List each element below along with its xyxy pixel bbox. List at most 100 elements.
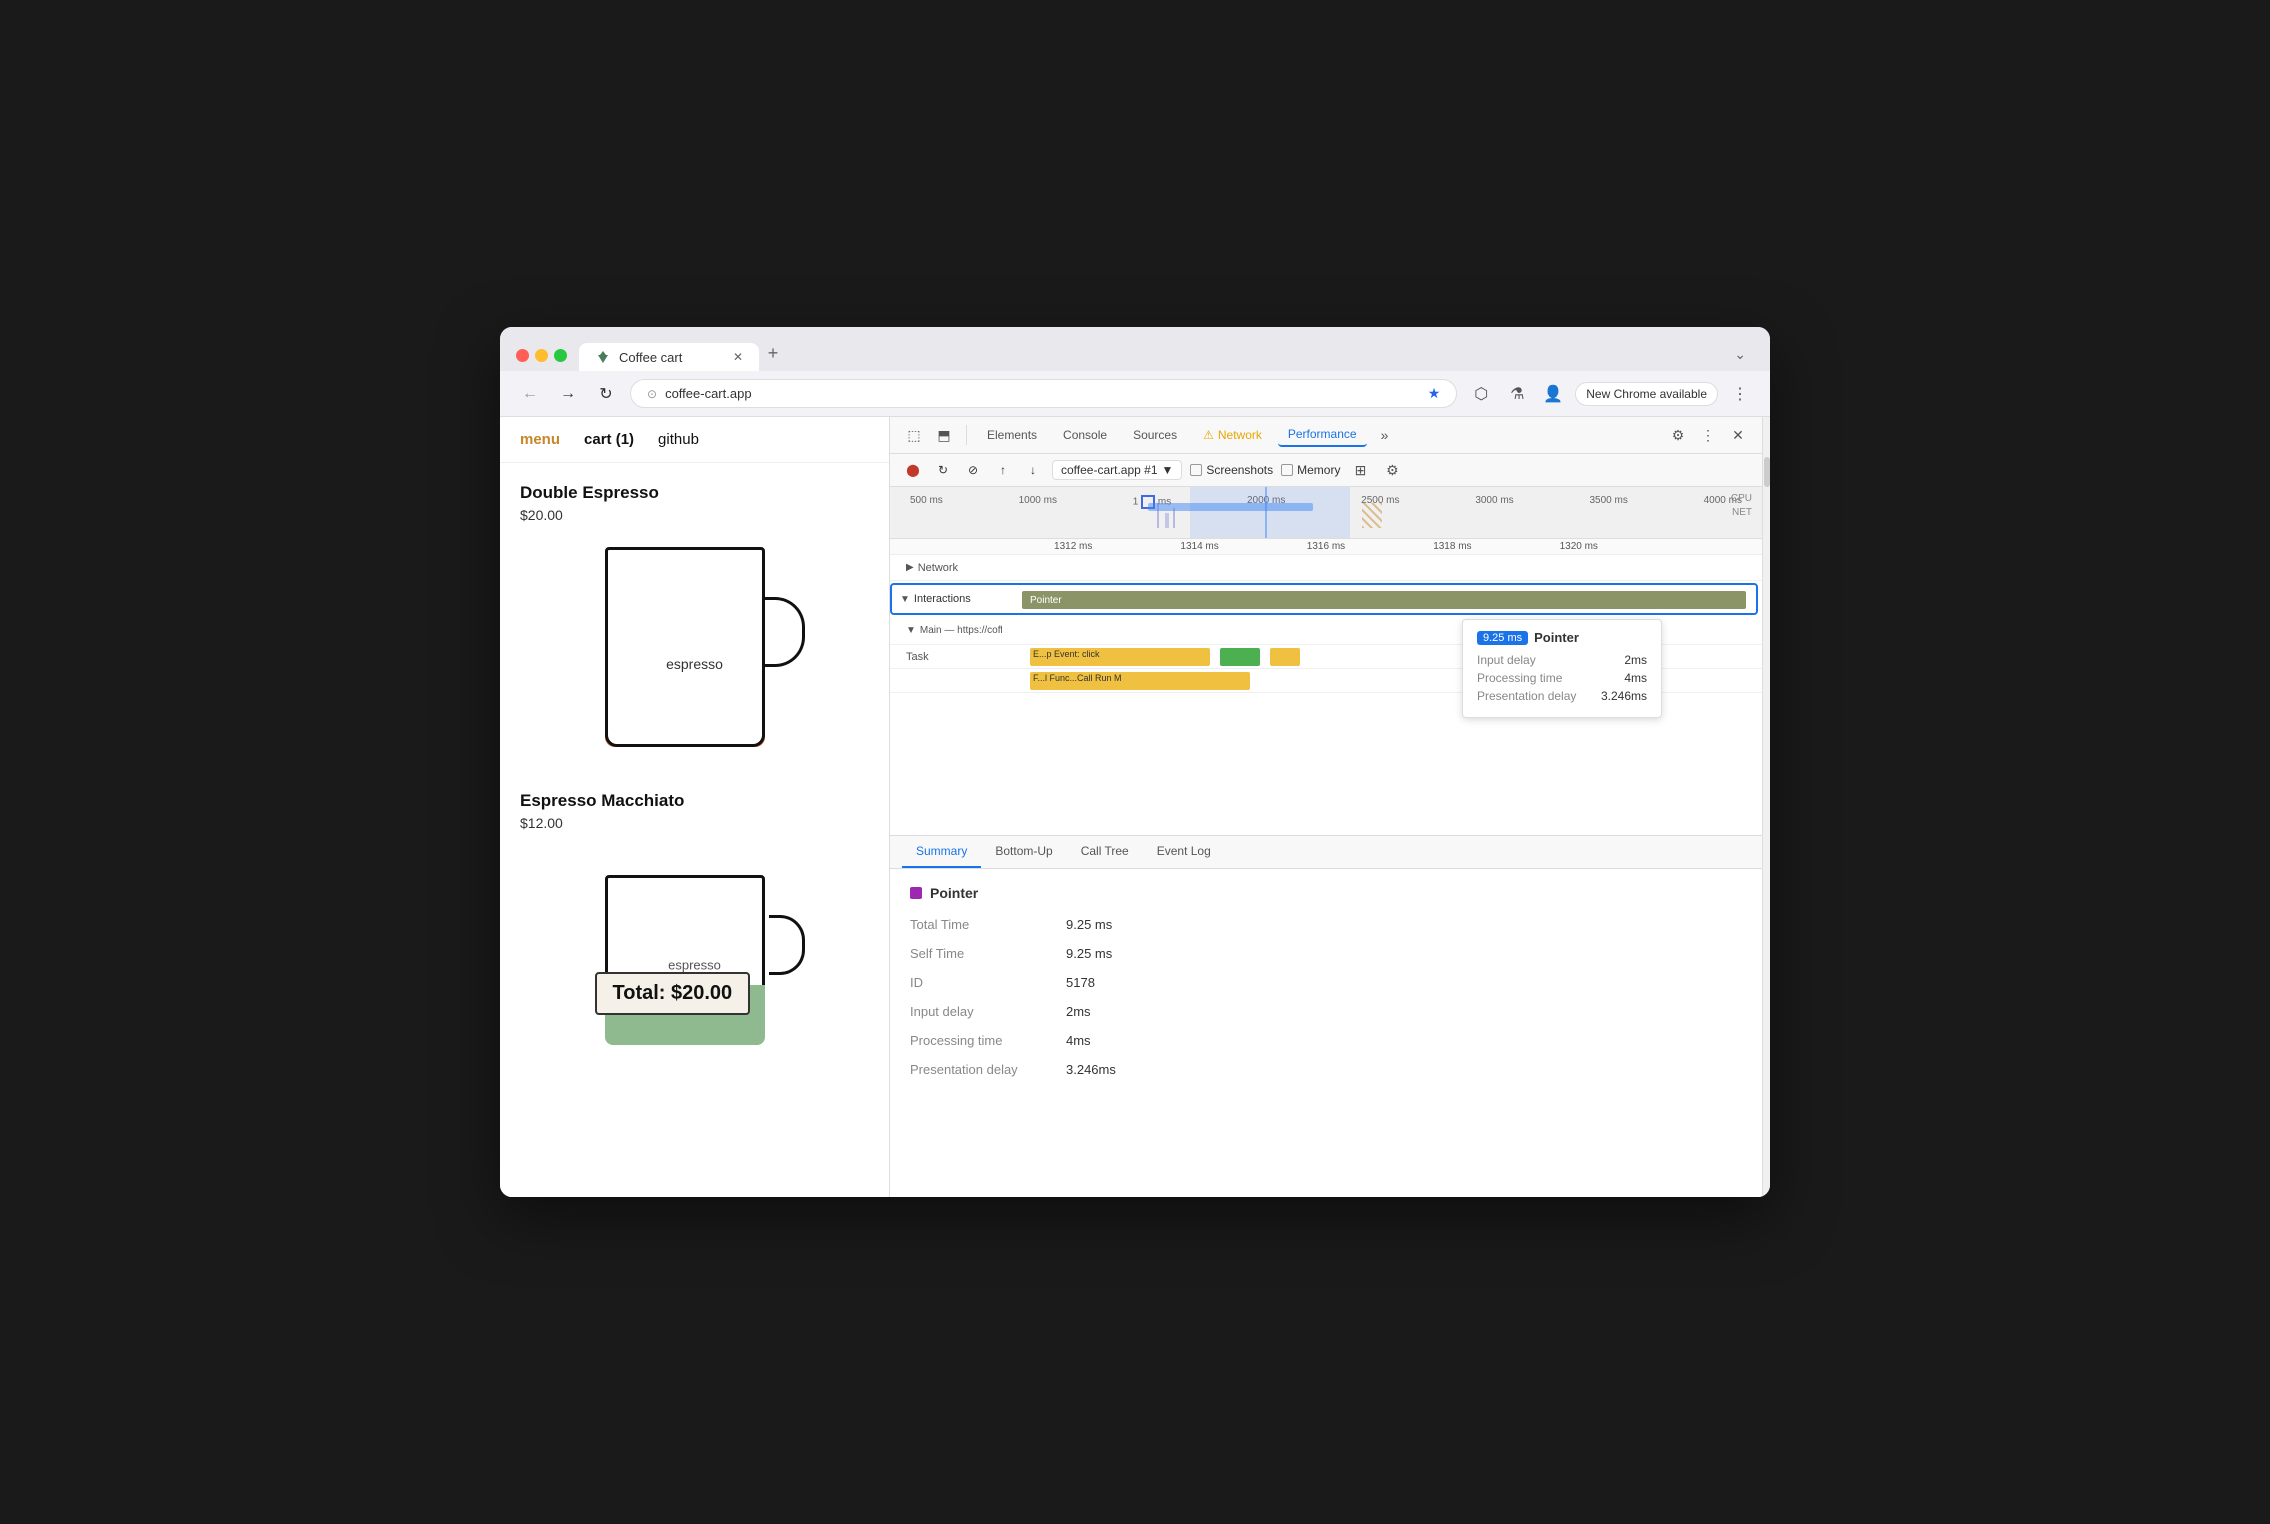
performance-tooltip: 9.25 ms Pointer Input delay 2ms Processi… <box>1462 619 1662 718</box>
devtools-scrollbar[interactable] <box>1762 417 1770 1197</box>
toolbar-actions: ⬡ ⚗ 👤 New Chrome available ⋮ <box>1467 380 1754 408</box>
pres-delay-val: 3.246ms <box>1066 1062 1116 1077</box>
input-delay-val: 2ms <box>1066 1004 1091 1019</box>
task-bar-extra <box>1270 648 1300 666</box>
scrollbar-thumb[interactable] <box>1764 457 1770 487</box>
product2-image: Total: $20.00 espresso <box>585 845 805 1045</box>
summary-presentation-delay: Presentation delay 3.246ms <box>910 1062 1742 1077</box>
task-label: Task <box>890 651 1010 663</box>
tab-network[interactable]: ⚠Network <box>1193 424 1272 446</box>
tab-performance[interactable]: Performance <box>1278 423 1367 447</box>
nav-github[interactable]: github <box>658 431 699 448</box>
menu-icon[interactable]: ⋮ <box>1726 380 1754 408</box>
minimize-button[interactable] <box>535 349 548 362</box>
clear-button[interactable]: ⊘ <box>962 459 984 481</box>
new-chrome-button[interactable]: New Chrome available <box>1575 382 1718 406</box>
dt-toolbar: ⬚ ⬒ Elements Console Sources ⚠Network Pe… <box>890 417 1762 454</box>
nav-cart[interactable]: cart (1) <box>584 431 634 448</box>
extensions-icon[interactable]: ⬡ <box>1467 380 1495 408</box>
address-bar[interactable]: ⊙ coffee-cart.app ★ <box>630 379 1457 408</box>
tab-bottom-up[interactable]: Bottom-Up <box>981 836 1066 868</box>
tab-call-tree[interactable]: Call Tree <box>1067 836 1143 868</box>
interactions-label: ▼ Interactions <box>892 593 1012 605</box>
title-bar: Coffee cart ✕ + ⌄ <box>500 327 1770 371</box>
memory-checkbox-group: Memory <box>1281 463 1340 477</box>
website-panel: menu cart (1) github Double Espresso $20… <box>500 417 890 1197</box>
summary-color-indicator <box>910 887 922 899</box>
summary-processing-time: Processing time 4ms <box>910 1033 1742 1048</box>
tab-elements[interactable]: Elements <box>977 424 1047 446</box>
bookmark-icon[interactable]: ★ <box>1428 385 1441 402</box>
forward-button[interactable]: → <box>554 380 582 408</box>
upload-button[interactable]: ↑ <box>992 459 1014 481</box>
pointer-bar-label: Pointer <box>1030 595 1062 606</box>
tab-summary[interactable]: Summary <box>902 836 981 868</box>
instance-dropdown-icon: ▼ <box>1162 463 1174 477</box>
summary-title: Pointer <box>910 885 1742 901</box>
reload-record-button[interactable]: ↻ <box>932 459 954 481</box>
memory-label: Memory <box>1297 463 1340 477</box>
instance-selector[interactable]: coffee-cart.app #1 ▼ <box>1052 460 1182 480</box>
traffic-lights <box>516 349 567 362</box>
tab-favicon <box>595 349 611 365</box>
sub-tick-net: NET <box>1732 507 1752 518</box>
sub-tick-1320: 1320 ms <box>1560 541 1598 552</box>
memory-profile-icon[interactable]: ⊞ <box>1348 458 1372 482</box>
nav-menu[interactable]: menu <box>520 431 560 448</box>
product1-cup-label: espresso <box>666 656 723 672</box>
id-key: ID <box>910 975 1050 990</box>
inspect-element-icon[interactable]: ⬚ <box>902 423 926 447</box>
device-toolbar-icon[interactable]: ⬒ <box>932 423 956 447</box>
product2-name: Espresso Macchiato <box>520 791 869 811</box>
tab-event-log[interactable]: Event Log <box>1143 836 1225 868</box>
toolbar-separator <box>966 425 967 445</box>
tooltip-presentation: Presentation delay 3.246ms <box>1477 689 1647 703</box>
tab-console[interactable]: Console <box>1053 424 1117 446</box>
active-tab[interactable]: Coffee cart ✕ <box>579 343 759 371</box>
close-button[interactable] <box>516 349 529 362</box>
proc-time-key: Processing time <box>910 1033 1050 1048</box>
interactions-row[interactable]: ▼ Interactions Pointer <box>890 583 1758 615</box>
main-label: Main — https://coffee-cart.app/ <box>920 625 1002 636</box>
memory-checkbox[interactable] <box>1281 464 1293 476</box>
self-time-val: 9.25 ms <box>1066 946 1112 961</box>
record-button[interactable]: ⬤ <box>902 459 924 481</box>
tooltip-name: Pointer <box>1534 630 1579 645</box>
profile-icon[interactable]: 👤 <box>1539 380 1567 408</box>
tabs-row: Coffee cart ✕ + ⌄ <box>579 339 1754 371</box>
interactions-content: Pointer <box>1012 585 1756 613</box>
network-label: ▶ Network <box>890 562 1010 574</box>
tooltip-title: 9.25 ms Pointer <box>1477 630 1647 645</box>
tooltip-input-label: Input delay <box>1477 653 1536 667</box>
browser-window: Coffee cart ✕ + ⌄ ← → ↻ ⊙ coffee-cart.ap… <box>500 327 1770 1197</box>
capture-settings-icon[interactable]: ⚙ <box>1380 458 1404 482</box>
tooltip-processing: Processing time 4ms <box>1477 671 1647 685</box>
tooltip-input-val: 2ms <box>1624 653 1647 667</box>
product2-cup-label: espresso <box>668 958 721 973</box>
lab-icon[interactable]: ⚗ <box>1503 380 1531 408</box>
network-row: ▶ Network <box>890 555 1762 581</box>
product1-price: $20.00 <box>520 507 869 523</box>
maximize-button[interactable] <box>554 349 567 362</box>
timeline-ruler: 500 ms 1000 ms 1 ms 2000 ms 2500 ms 3000… <box>890 487 1762 539</box>
tooltip-proc-label: Processing time <box>1477 671 1562 685</box>
settings-icon[interactable]: ⚙ <box>1666 423 1690 447</box>
tab-sources[interactable]: Sources <box>1123 424 1187 446</box>
tab-close-button[interactable]: ✕ <box>733 350 743 364</box>
new-tab-button[interactable]: + <box>759 339 787 367</box>
screenshots-checkbox[interactable] <box>1190 464 1202 476</box>
close-devtools-icon[interactable]: ✕ <box>1726 423 1750 447</box>
func-bar: F...l Func...Call Run M <box>1030 672 1250 690</box>
download-button[interactable]: ↓ <box>1022 459 1044 481</box>
self-time-key: Self Time <box>910 946 1050 961</box>
product2-price: $12.00 <box>520 815 869 831</box>
tab-title: Coffee cart <box>619 350 682 365</box>
back-button[interactable]: ← <box>516 380 544 408</box>
total-text: Total: $20.00 <box>613 982 733 1004</box>
tab-more-button[interactable]: ⌄ <box>1726 342 1754 367</box>
reload-button[interactable]: ↻ <box>592 380 620 408</box>
summary-total-time: Total Time 9.25 ms <box>910 917 1742 932</box>
devtools-panel: ⬚ ⬒ Elements Console Sources ⚠Network Pe… <box>890 417 1762 1197</box>
more-options-icon[interactable]: ⋮ <box>1696 423 1720 447</box>
more-tabs-icon[interactable]: » <box>1373 423 1397 447</box>
